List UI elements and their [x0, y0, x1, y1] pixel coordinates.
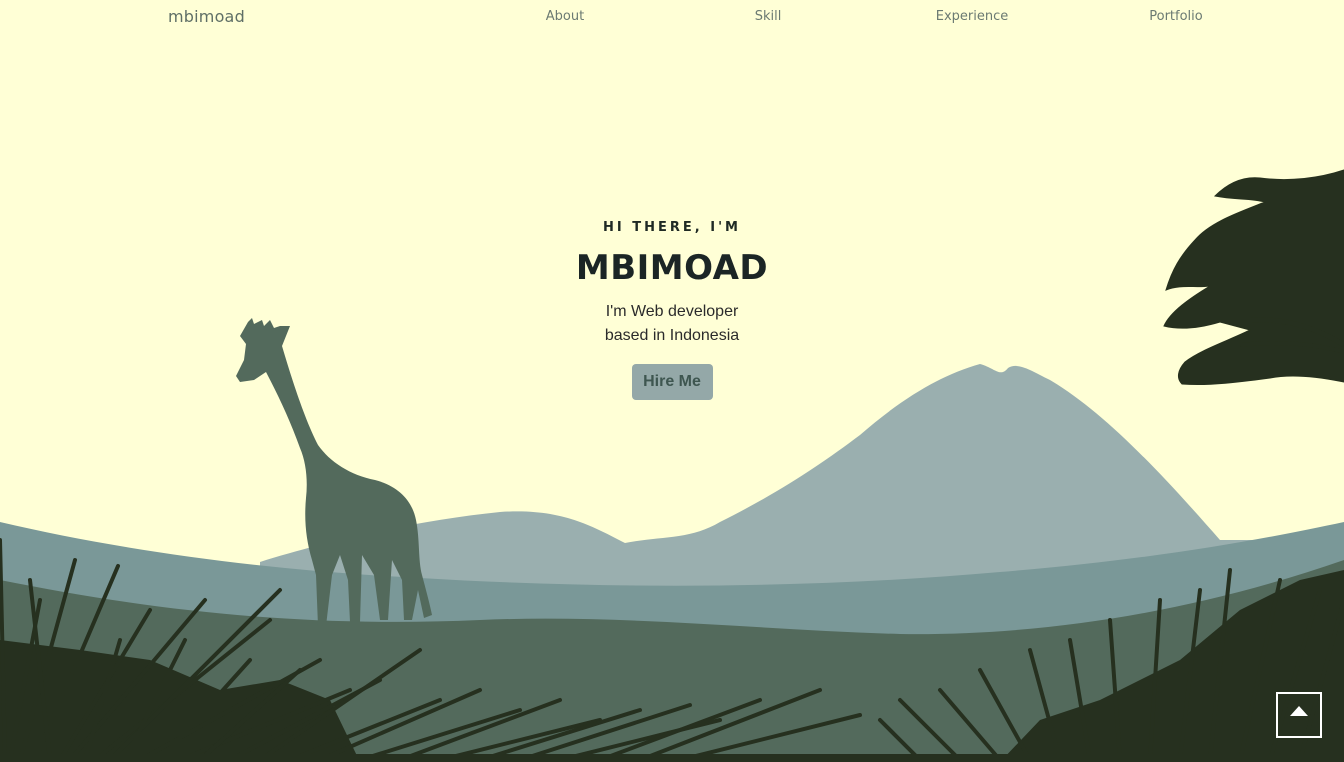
- hero-tagline-line2: based in Indonesia: [604, 327, 740, 344]
- nav-link-skill[interactable]: Skill: [755, 9, 782, 24]
- back-to-top-button[interactable]: [1276, 692, 1322, 738]
- brand-link[interactable]: mbimoad: [168, 7, 245, 26]
- nav-link-experience[interactable]: Experience: [936, 9, 1009, 24]
- arrow-up-icon: [1290, 706, 1308, 716]
- nav-link-portfolio[interactable]: Portfolio: [1149, 9, 1202, 24]
- hire-me-button[interactable]: Hire Me: [631, 364, 713, 400]
- navbar: mbimoad About Skill Experience Portfolio: [0, 0, 1344, 36]
- page: mbimoad About Skill Experience Portfolio…: [0, 0, 1344, 762]
- hero-tagline-line1: I'm Web developer: [605, 303, 739, 320]
- hero-name: MBIMOAD: [575, 248, 769, 288]
- bottom-bar: [0, 754, 1344, 762]
- nav-link-about[interactable]: About: [546, 9, 584, 24]
- hero-section: HI THERE, I'M MBIMOAD I'm Web developer …: [0, 218, 1344, 400]
- hero-tagline: I'm Web developer based in Indonesia: [572, 300, 772, 348]
- hero-greeting: HI THERE, I'M: [603, 220, 741, 235]
